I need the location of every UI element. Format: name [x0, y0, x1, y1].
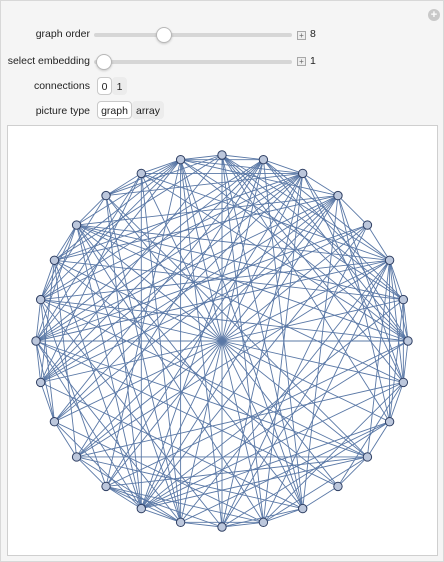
graph-vertex [217, 522, 227, 532]
graph-edge [367, 224, 390, 261]
graph-vertex [362, 220, 373, 230]
graph-vertex [175, 154, 186, 165]
graph-edge [54, 173, 304, 423]
graph-edge [221, 154, 409, 342]
graph-edge [76, 456, 303, 510]
graph-vertex [136, 503, 146, 514]
graph-edge [262, 159, 304, 509]
select-embedding-slider-track[interactable] [94, 60, 292, 64]
demonstration-panel: + graph order + 8 select embedding + 1 c… [0, 0, 444, 562]
graph-edge [337, 195, 368, 226]
picture-type-label: picture type [35, 105, 90, 117]
graph-edge [40, 299, 368, 458]
graph-order-value: 8 [310, 28, 316, 40]
graph-vertex [71, 452, 82, 462]
graph-edge [35, 224, 368, 342]
select-embedding-label: select embedding [7, 55, 90, 67]
select-embedding-slider-thumb[interactable] [96, 54, 112, 70]
graph-edge [54, 224, 77, 261]
graph-edge [76, 195, 107, 226]
graph-vertex [49, 417, 60, 427]
connections-option-1[interactable]: 1 [112, 77, 127, 95]
graph-vertex [71, 220, 82, 230]
graph-edge [35, 340, 368, 458]
graph-vertex [384, 417, 395, 427]
graph-edges [35, 154, 409, 528]
graph-vertex [398, 377, 409, 388]
connections-label: connections [33, 80, 90, 92]
picture-type-option-graph[interactable]: graph [97, 101, 132, 119]
graph-vertex [136, 168, 146, 179]
graph-vertex [333, 481, 343, 492]
graph-edge [302, 173, 404, 383]
graph-vertex [175, 517, 186, 528]
graph-edge [35, 224, 78, 342]
graph-vertex [398, 294, 409, 305]
graph-vertex [403, 336, 413, 346]
graph-vertex [362, 452, 373, 462]
graph-edge [53, 260, 142, 509]
graph-vertex [298, 168, 308, 179]
graph-vertex [217, 150, 227, 160]
graph-edge [141, 421, 390, 510]
graph-edge [105, 486, 142, 509]
graph-vertex [101, 481, 111, 492]
graph-order-slider-track[interactable] [94, 33, 292, 37]
graph-vertex [31, 336, 41, 346]
graph-plot-frame [7, 125, 438, 556]
graph-vertex [258, 154, 269, 165]
picture-type-option-array[interactable]: array [132, 101, 164, 119]
graph-vertex [258, 517, 269, 528]
graph-order-slider-thumb[interactable] [156, 27, 172, 43]
graph-vertex [35, 377, 46, 388]
select-embedding-plus-icon[interactable]: + [297, 57, 306, 66]
graph-edge [302, 486, 339, 509]
graph-edge [54, 421, 142, 509]
graph-vertex [298, 503, 308, 514]
graph-canvas [31, 150, 413, 532]
graph-vertex [333, 190, 343, 201]
graph-edge [76, 456, 107, 487]
connections-option-0[interactable]: 0 [97, 77, 112, 95]
expand-plus-icon[interactable]: + [428, 9, 440, 21]
graph-edge [402, 340, 409, 383]
graph-vertex [384, 255, 395, 265]
select-embedding-value: 1 [310, 55, 316, 67]
graph-order-plus-icon[interactable]: + [297, 31, 306, 40]
graph-order-label: graph order [35, 28, 90, 40]
graph-vertex [49, 255, 60, 265]
graph-vertex [101, 190, 111, 201]
graph-edge [337, 456, 368, 487]
graph-vertex [35, 294, 46, 305]
graph-edge [263, 382, 404, 523]
